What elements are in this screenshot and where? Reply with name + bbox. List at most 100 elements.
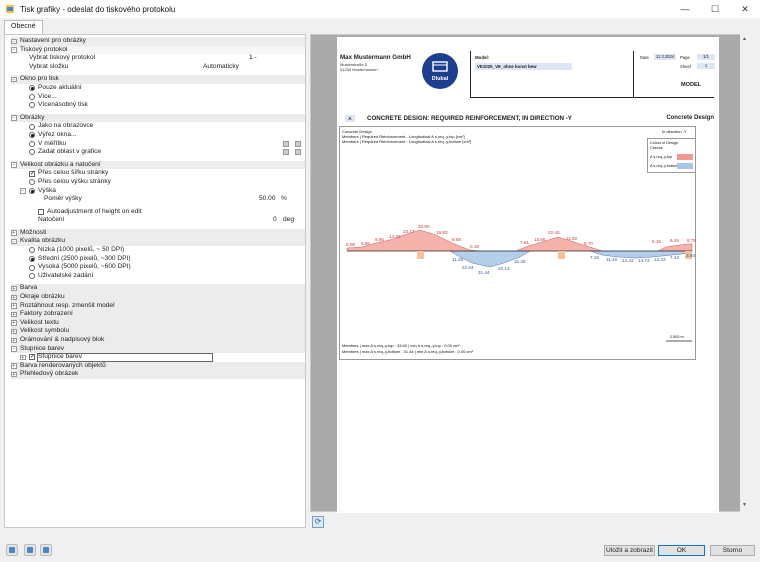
protocol-select[interactable]: 1 -	[249, 54, 257, 63]
collapse-icon[interactable]: −	[11, 238, 17, 245]
units-icon	[27, 547, 33, 553]
height-ratio-input[interactable]: 50.00	[259, 195, 276, 204]
collapse-icon[interactable]: −	[11, 346, 17, 352]
radio-nizka[interactable]: Nízká (1000 pixelů, ~ 50 DPI)	[11, 246, 305, 255]
collapse-icon[interactable]: −	[11, 38, 17, 44]
cancel-button[interactable]: Storno	[710, 545, 755, 556]
checkbox-pres-celou-sirku[interactable]: ✓ Přes celou šířku stránky	[11, 169, 305, 178]
scroll-up-icon[interactable]: ▲	[741, 36, 748, 44]
expand-icon[interactable]: +	[11, 294, 17, 301]
clear-button[interactable]	[295, 140, 301, 147]
checkbox-checked-icon[interactable]: ✓	[29, 354, 35, 361]
radio-selected-icon[interactable]	[29, 255, 35, 262]
tree-group-oramovani[interactable]: + Orámování & nadpisový blok	[11, 336, 305, 345]
expand-icon[interactable]: +	[11, 371, 17, 378]
tab-obecne[interactable]: Obecné	[4, 20, 43, 34]
save-and-show-button[interactable]: Uložit a zobrazit	[604, 545, 655, 556]
folder-select[interactable]: Automaticky	[203, 63, 239, 72]
minimize-button[interactable]: —	[670, 0, 700, 18]
checkbox-checked-icon[interactable]: ✓	[29, 170, 35, 177]
radio-uzivatelske[interactable]: Uživatelské zadání	[11, 272, 305, 281]
collapse-icon[interactable]: −	[11, 162, 17, 168]
radio-icon[interactable]	[29, 93, 35, 100]
collapse-icon[interactable]: −	[20, 188, 26, 194]
maximize-button[interactable]: ☐	[700, 0, 730, 18]
clear-button[interactable]	[295, 149, 301, 156]
tree-group-obrazky[interactable]: − Obrázky	[11, 113, 305, 123]
radio-vysoka[interactable]: Vysoká (5000 pixelů, ~600 DPI)	[11, 263, 305, 272]
top-reinforcement-value-label: 23.17	[403, 229, 415, 234]
units-tool-button[interactable]	[24, 544, 36, 556]
row-vybrat-slozku[interactable]: Vybrat složku Automaticky	[11, 63, 305, 72]
rotation-input[interactable]: 0	[273, 216, 277, 225]
radio-icon[interactable]	[29, 273, 35, 280]
scroll-down-icon[interactable]: ▼	[741, 502, 748, 510]
radio-vyska[interactable]: − Výška	[11, 187, 305, 196]
radio-icon[interactable]	[29, 264, 35, 271]
tree-group-barva[interactable]: + Barva	[11, 284, 305, 294]
radio-icon[interactable]	[29, 140, 35, 147]
help-tool-button[interactable]	[6, 544, 18, 556]
radio-icon[interactable]	[29, 102, 35, 109]
radio-pouze-aktualni[interactable]: Pouze aktuální	[11, 84, 305, 93]
refresh-preview-button[interactable]: ⟳	[312, 516, 324, 528]
radio-vice[interactable]: Více...	[11, 93, 305, 102]
radio-v-meritku[interactable]: V měřítku	[11, 140, 305, 149]
tree-group-okno[interactable]: − Okno pro tisk	[11, 75, 305, 84]
close-button[interactable]: ✕	[730, 0, 760, 18]
radio-icon[interactable]	[29, 123, 35, 130]
settings-tool-button[interactable]	[40, 544, 52, 556]
radio-icon[interactable]	[29, 247, 35, 254]
app-icon	[6, 5, 14, 13]
tree-group-tiskovy-protokol[interactable]: − Tiskový protokol	[11, 45, 305, 55]
expand-icon[interactable]: +	[11, 363, 17, 369]
help-icon	[9, 547, 15, 553]
expand-icon[interactable]: +	[11, 303, 17, 309]
edit-button[interactable]	[283, 149, 289, 156]
tree-group-roztahnout[interactable]: + Roztáhnout resp. zmenšit model	[11, 301, 305, 311]
radio-jako-na-obrazovce[interactable]: Jako na obrazovce	[11, 122, 305, 131]
row-natoceni[interactable]: Natočení 0 deg	[11, 216, 305, 225]
tree-group-moznosti[interactable]: + Možnosti	[11, 228, 305, 238]
tree-group-velikost-textu[interactable]: + Velikost textu	[11, 318, 305, 328]
radio-stredni[interactable]: Střední (2500 pixelů, ~300 DPI)	[11, 255, 305, 264]
row-pomer-vysky[interactable]: Poměr výšky 50.00%	[11, 195, 305, 204]
checkbox-icon[interactable]	[38, 208, 44, 215]
expand-icon[interactable]: +	[11, 230, 17, 236]
expand-icon[interactable]: +	[11, 337, 17, 343]
tree-group-okraje[interactable]: + Okraje obrázku	[11, 293, 305, 302]
tree-group-velikost[interactable]: − Velikost obrázku a natočení	[11, 160, 305, 170]
tree-group-stupnice[interactable]: − Stupnice barev	[11, 344, 305, 354]
ok-button[interactable]: OK	[658, 545, 705, 556]
tree-group-faktory[interactable]: + Faktory zobrazení	[11, 310, 305, 319]
checkbox-stupnice-barev[interactable]: + ✓ Stupnice barev	[11, 353, 305, 362]
tree-group-nastaveni[interactable]: − Nastavení pro obrázky	[11, 37, 305, 46]
radio-selected-icon[interactable]	[29, 85, 35, 92]
expand-icon[interactable]: +	[20, 354, 26, 361]
edit-button[interactable]	[283, 140, 289, 147]
checkbox-autoadjustment[interactable]: Autoadjustment of height on edit	[11, 208, 305, 217]
radio-selected-icon[interactable]	[29, 132, 35, 139]
expand-icon[interactable]: +	[11, 311, 17, 318]
tree-group-kvalita[interactable]: − Kvalita obrázku	[11, 237, 305, 247]
radio-vyrez-okna[interactable]: Výřez okna...	[11, 131, 305, 140]
expand-icon[interactable]: +	[11, 328, 17, 335]
radio-pres-celou-vysku[interactable]: Přes celou výšku stránky	[11, 178, 305, 187]
collapse-icon[interactable]: −	[11, 76, 17, 83]
collapse-icon[interactable]: −	[11, 115, 17, 121]
row-vybrat-protokol[interactable]: Vybrat tiskový protokol 1 -	[11, 54, 305, 63]
radio-icon[interactable]	[29, 149, 35, 156]
expand-icon[interactable]: +	[11, 320, 17, 326]
radio-selected-icon[interactable]	[29, 187, 35, 194]
top-reinforcement-value-label: 33.60	[418, 224, 430, 229]
radio-vicenasobny[interactable]: Vícenásobný tisk	[11, 101, 305, 110]
radio-icon[interactable]	[29, 179, 35, 186]
tree-group-prehledovy[interactable]: + Přehledový obrázek	[11, 370, 305, 379]
radio-zadat-oblast[interactable]: Zadat oblast v grafice	[11, 148, 305, 157]
preview-scrollbar[interactable]: ▲ ▼	[740, 34, 749, 512]
tree-group-barva-renderovanych[interactable]: + Barva renderovaných objektů	[11, 361, 305, 371]
tree-group-velikost-symbolu[interactable]: + Velikost symbolu	[11, 327, 305, 336]
collapse-icon[interactable]: −	[11, 47, 17, 53]
expand-icon[interactable]: +	[11, 285, 17, 292]
top-reinforcement-value-label: 9.85	[375, 237, 384, 242]
